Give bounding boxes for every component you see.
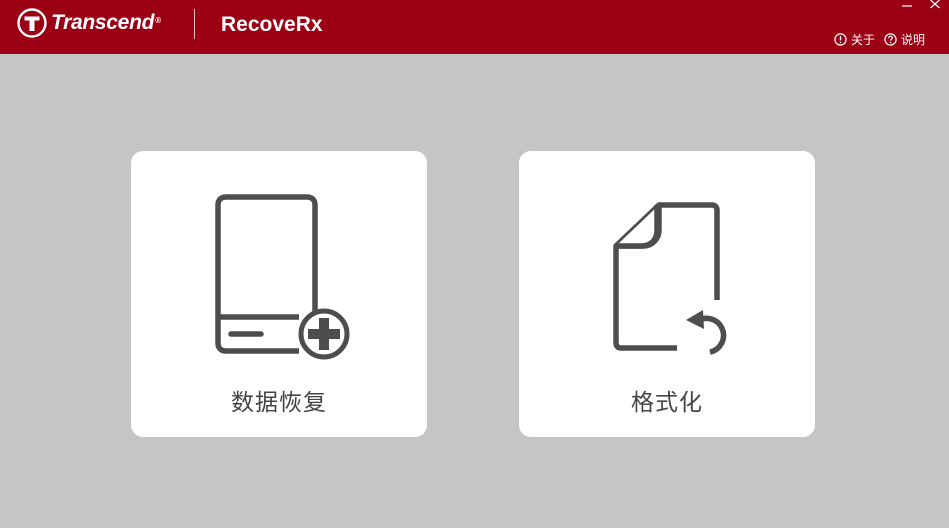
format-card[interactable]: 格式化 [519, 151, 815, 437]
data-recovery-card[interactable]: 数据恢复 [131, 151, 427, 437]
app-title: RecoveRx [221, 13, 323, 36]
minimize-icon [902, 5, 912, 7]
close-icon [930, 0, 940, 9]
minimize-button[interactable] [893, 0, 921, 12]
help-icon [884, 33, 897, 46]
about-label: 关于 [850, 33, 875, 47]
format-label: 格式化 [631, 390, 703, 416]
info-icon [834, 33, 847, 46]
about-link[interactable]: 关于 [834, 31, 875, 48]
title-bar: Transcend® RecoveRx 关于 说明 [0, 0, 949, 54]
help-label: 说明 [900, 33, 925, 47]
close-button[interactable] [921, 0, 949, 12]
help-link[interactable]: 说明 [884, 31, 925, 48]
brand-name: Transcend® [51, 11, 161, 34]
drive-add-icon [215, 194, 350, 360]
transcend-logo-icon [17, 8, 47, 38]
document-refresh-icon [613, 202, 727, 355]
title-divider [194, 9, 195, 39]
window-controls [893, 0, 949, 12]
header-links: 关于 说明 [825, 31, 925, 48]
transcend-logo: Transcend® [17, 8, 161, 38]
data-recovery-label: 数据恢复 [231, 390, 327, 416]
